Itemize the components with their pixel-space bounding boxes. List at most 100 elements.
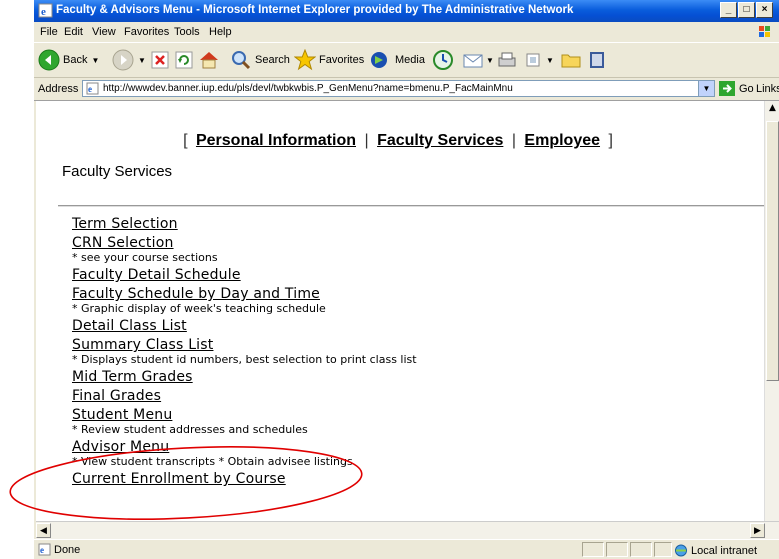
menu-link[interactable]: Term Selection	[72, 216, 178, 232]
menu-item-faculty-schedule-by-day: Faculty Schedule by Day and Time * Graph…	[72, 286, 417, 315]
forward-button[interactable]: ▼	[112, 48, 146, 72]
menu-link[interactable]: Mid Term Grades	[72, 369, 193, 385]
scroll-thumb[interactable]	[766, 121, 779, 381]
status-pane	[582, 542, 604, 557]
menu-file[interactable]: File	[40, 26, 58, 38]
address-url: http://wwwdev.banner.iup.edu/pls/devl/tw…	[103, 83, 513, 94]
menu-link[interactable]: Advisor Menu	[72, 439, 169, 455]
scroll-right-icon[interactable]: ▶	[750, 523, 765, 538]
go-button[interactable]: Go	[719, 81, 754, 96]
ie-page-icon: e	[38, 3, 53, 18]
maximize-button[interactable]: □	[738, 2, 755, 18]
menu-link[interactable]: Summary Class List	[72, 337, 213, 353]
history-button[interactable]	[432, 48, 454, 72]
back-dropdown-icon[interactable]: ▼	[91, 56, 99, 65]
links-button[interactable]: Links	[756, 83, 779, 95]
menu-link[interactable]: Final Grades	[72, 388, 161, 404]
menu-help[interactable]: Help	[209, 26, 232, 38]
menu-desc: * Displays student id numbers, best sele…	[72, 353, 417, 366]
print-icon	[498, 52, 516, 67]
nav-separator: |	[364, 132, 369, 149]
minimize-button[interactable]: _	[720, 2, 737, 18]
menu-item-crn-selection: CRN Selection * see your course sections	[72, 235, 417, 264]
edit-dropdown-icon[interactable]: ▼	[546, 56, 554, 65]
media-label: Media	[395, 54, 425, 66]
menu-view[interactable]: View	[92, 26, 116, 38]
nav-personal-information[interactable]: Personal Information	[196, 132, 356, 149]
toolbar: Back ▼ ▼ Search Favorites Media ▼ ▼	[34, 43, 779, 78]
mail-icon	[463, 54, 483, 68]
menu-link[interactable]: Faculty Detail Schedule	[72, 267, 241, 283]
search-label: Search	[255, 54, 290, 66]
messenger-button[interactable]	[586, 48, 608, 72]
horizontal-scrollbar[interactable]: ◀ ▶	[36, 521, 779, 539]
address-bar: Address e http://wwwdev.banner.iup.edu/p…	[34, 78, 779, 101]
menu-link[interactable]: Detail Class List	[72, 318, 187, 334]
window-title: Faculty & Advisors Menu - Microsoft Inte…	[56, 4, 574, 16]
menu-item-final-grades: Final Grades	[72, 388, 417, 407]
back-arrow-icon	[38, 49, 60, 71]
go-arrow-icon	[719, 81, 735, 96]
search-button[interactable]: Search	[230, 48, 290, 72]
security-zone[interactable]: Local intranet	[674, 544, 757, 557]
zone-label: Local intranet	[691, 544, 758, 557]
menu-bar: File Edit View Favorites Tools Help	[34, 22, 779, 43]
menu-item-term-selection: Term Selection	[72, 216, 417, 235]
favorites-star-icon	[294, 49, 316, 71]
status-text: Done	[54, 544, 81, 556]
edit-page-icon	[526, 53, 540, 67]
menu-link[interactable]: Faculty Schedule by Day and Time	[72, 286, 320, 302]
address-input[interactable]: e http://wwwdev.banner.iup.edu/pls/devl/…	[82, 80, 715, 97]
menu-item-detail-class-list: Detail Class List	[72, 318, 417, 337]
faculty-menu: Term Selection CRN Selection * see your …	[72, 216, 417, 487]
scroll-left-icon[interactable]: ◀	[36, 523, 51, 538]
edit-button[interactable]: ▼	[524, 48, 554, 72]
svg-text:e: e	[41, 6, 46, 18]
stop-button[interactable]	[150, 48, 170, 72]
refresh-button[interactable]	[174, 48, 194, 72]
history-icon	[433, 50, 453, 70]
menu-item-summary-class-list: Summary Class List * Displays student id…	[72, 337, 417, 366]
address-dropdown-icon[interactable]: ▼	[698, 81, 714, 96]
research-icon	[590, 52, 604, 68]
menu-edit[interactable]: Edit	[64, 26, 83, 38]
menu-item-mid-term-grades: Mid Term Grades	[72, 369, 417, 388]
media-button[interactable]: Media	[370, 48, 425, 72]
done-page-icon: e	[38, 543, 51, 556]
mail-button[interactable]: ▼	[462, 48, 494, 72]
back-button[interactable]: Back ▼	[38, 48, 99, 72]
mail-dropdown-icon[interactable]: ▼	[486, 56, 494, 65]
vertical-scrollbar[interactable]: ▲	[764, 101, 779, 521]
nav-employee[interactable]: Employee	[524, 132, 600, 149]
title-bar: e Faculty & Advisors Menu - Microsoft In…	[34, 0, 779, 22]
menu-link[interactable]: CRN Selection	[72, 235, 174, 251]
status-pane	[606, 542, 628, 557]
menu-desc: * Graphic display of week's teaching sch…	[72, 302, 326, 315]
home-button[interactable]	[198, 48, 220, 72]
menu-item-advisor-menu: Advisor Menu * View student transcripts …	[72, 439, 417, 468]
svg-text:e: e	[40, 545, 44, 555]
print-button[interactable]	[496, 48, 518, 72]
status-bar: e Done Local intranet	[34, 539, 779, 559]
menu-tools[interactable]: Tools	[174, 26, 200, 38]
nav-separator: |	[511, 132, 516, 149]
search-icon	[232, 51, 251, 70]
media-icon	[371, 52, 387, 68]
nav-open-bracket: [	[183, 132, 188, 149]
menu-link[interactable]: Current Enrollment by Course	[72, 471, 286, 487]
favorites-button[interactable]: Favorites	[294, 48, 364, 72]
scroll-up-icon[interactable]: ▲	[765, 101, 779, 116]
nav-faculty-services[interactable]: Faculty Services	[377, 132, 503, 149]
menu-link[interactable]: Student Menu	[72, 407, 172, 423]
favorites-label: Favorites	[319, 54, 365, 66]
status-pane	[654, 542, 672, 557]
menu-favorites[interactable]: Favorites	[124, 26, 169, 38]
discuss-button[interactable]	[560, 48, 582, 72]
refresh-icon	[175, 51, 193, 69]
folder-icon	[561, 54, 581, 68]
windows-logo-icon	[759, 26, 770, 37]
forward-dropdown-icon[interactable]: ▼	[138, 56, 146, 65]
page-title: Faculty Services	[62, 163, 173, 180]
close-button[interactable]: ×	[756, 2, 773, 18]
menu-desc: * View student transcripts * Obtain advi…	[72, 455, 353, 468]
